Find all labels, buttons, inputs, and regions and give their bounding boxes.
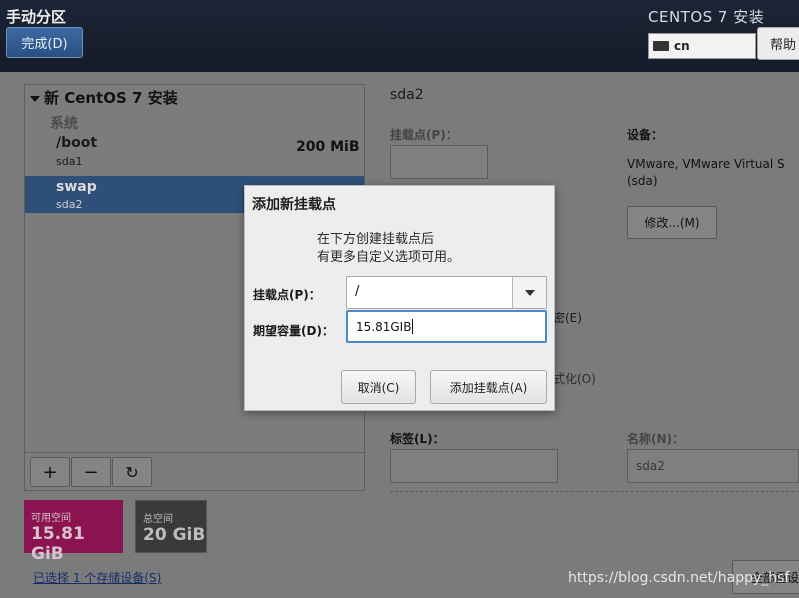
reformat-checkbox-label[interactable]: 式化(O) [553, 370, 596, 387]
available-space-box: 可用空间 15.81 GiB [24, 500, 123, 564]
mount-point-value[interactable]: / [355, 284, 359, 299]
desired-capacity-value: 15.81GIB [356, 319, 412, 334]
selected-storage-link[interactable]: 已选择 1 个存储设备(S) [33, 569, 161, 586]
partition-row-boot-size: 200 MiB [296, 139, 360, 155]
dialog-mount-point-label: 挂载点(P)： [253, 288, 321, 302]
partition-row-swap-mount[interactable]: swap [56, 179, 97, 195]
detail-tag-field[interactable] [390, 449, 558, 483]
product-title: CENTOS 7 安装 [648, 8, 765, 26]
desired-capacity-input[interactable]: 15.81GIB [346, 310, 547, 343]
total-space-label: 总空间 [143, 514, 173, 525]
keyboard-icon [653, 41, 669, 51]
detail-mount-label: 挂载点(P)： [390, 128, 458, 142]
help-button[interactable]: 帮助 [757, 27, 799, 60]
keyboard-layout-indicator[interactable]: cn [648, 33, 756, 59]
detail-device-label: 设备： [627, 128, 664, 142]
chevron-down-icon[interactable] [512, 277, 546, 308]
remove-partition-button[interactable]: − [71, 457, 111, 487]
dialog-description-line-1: 在下方创建挂载点后 [317, 232, 435, 247]
add-partition-button[interactable]: + [30, 457, 70, 487]
expand-triangle-icon [30, 95, 40, 102]
dialog-title: 添加新挂载点 [252, 197, 336, 213]
mount-point-combobox[interactable]: / [346, 276, 547, 309]
done-button[interactable]: 完成(D) [6, 27, 83, 58]
keyboard-layout-label: cn [674, 39, 690, 53]
watermark-text: https://blog.csdn.net/happy_hsf [568, 570, 790, 586]
total-space-value: 20 GiB [143, 525, 206, 545]
detail-name-label: 名称(N)： [627, 432, 685, 446]
partition-row-boot-mount[interactable]: /boot [56, 135, 97, 151]
encrypt-checkbox-label[interactable]: 密(E) [553, 309, 582, 326]
available-space-label: 可用空间 [31, 513, 71, 524]
add-mount-point-button[interactable]: 添加挂载点(A) [430, 370, 547, 404]
detail-name-field[interactable]: sda2 [627, 449, 799, 483]
install-group-header[interactable]: 新 CentOS 7 安装 [30, 87, 178, 108]
system-group-label: 系统 [50, 116, 78, 132]
dialog-description-line-2: 有更多自定义选项可用。 [317, 250, 461, 265]
section-divider [390, 491, 799, 492]
detail-mount-field[interactable] [390, 145, 488, 179]
detail-title: sda2 [390, 87, 424, 103]
available-space-value: 15.81 GiB [31, 524, 85, 564]
install-group-title: 新 CentOS 7 安装 [44, 89, 178, 107]
partition-row-boot-device: sda1 [56, 155, 83, 168]
detail-tag-label: 标签(L)： [390, 432, 445, 446]
refresh-icon[interactable]: ↻ [112, 457, 152, 487]
detail-device-value: VMware, VMware Virtual S (sda) [627, 157, 785, 188]
total-space-box: 总空间 20 GiB [135, 500, 207, 553]
partition-row-swap-device: sda2 [56, 198, 83, 211]
modify-device-button[interactable]: 修改...(M) [627, 206, 717, 239]
cancel-button[interactable]: 取消(C) [341, 370, 416, 404]
page-title: 手动分区 [6, 8, 67, 26]
text-caret [412, 319, 414, 334]
dialog-capacity-label: 期望容量(D)： [253, 324, 334, 338]
